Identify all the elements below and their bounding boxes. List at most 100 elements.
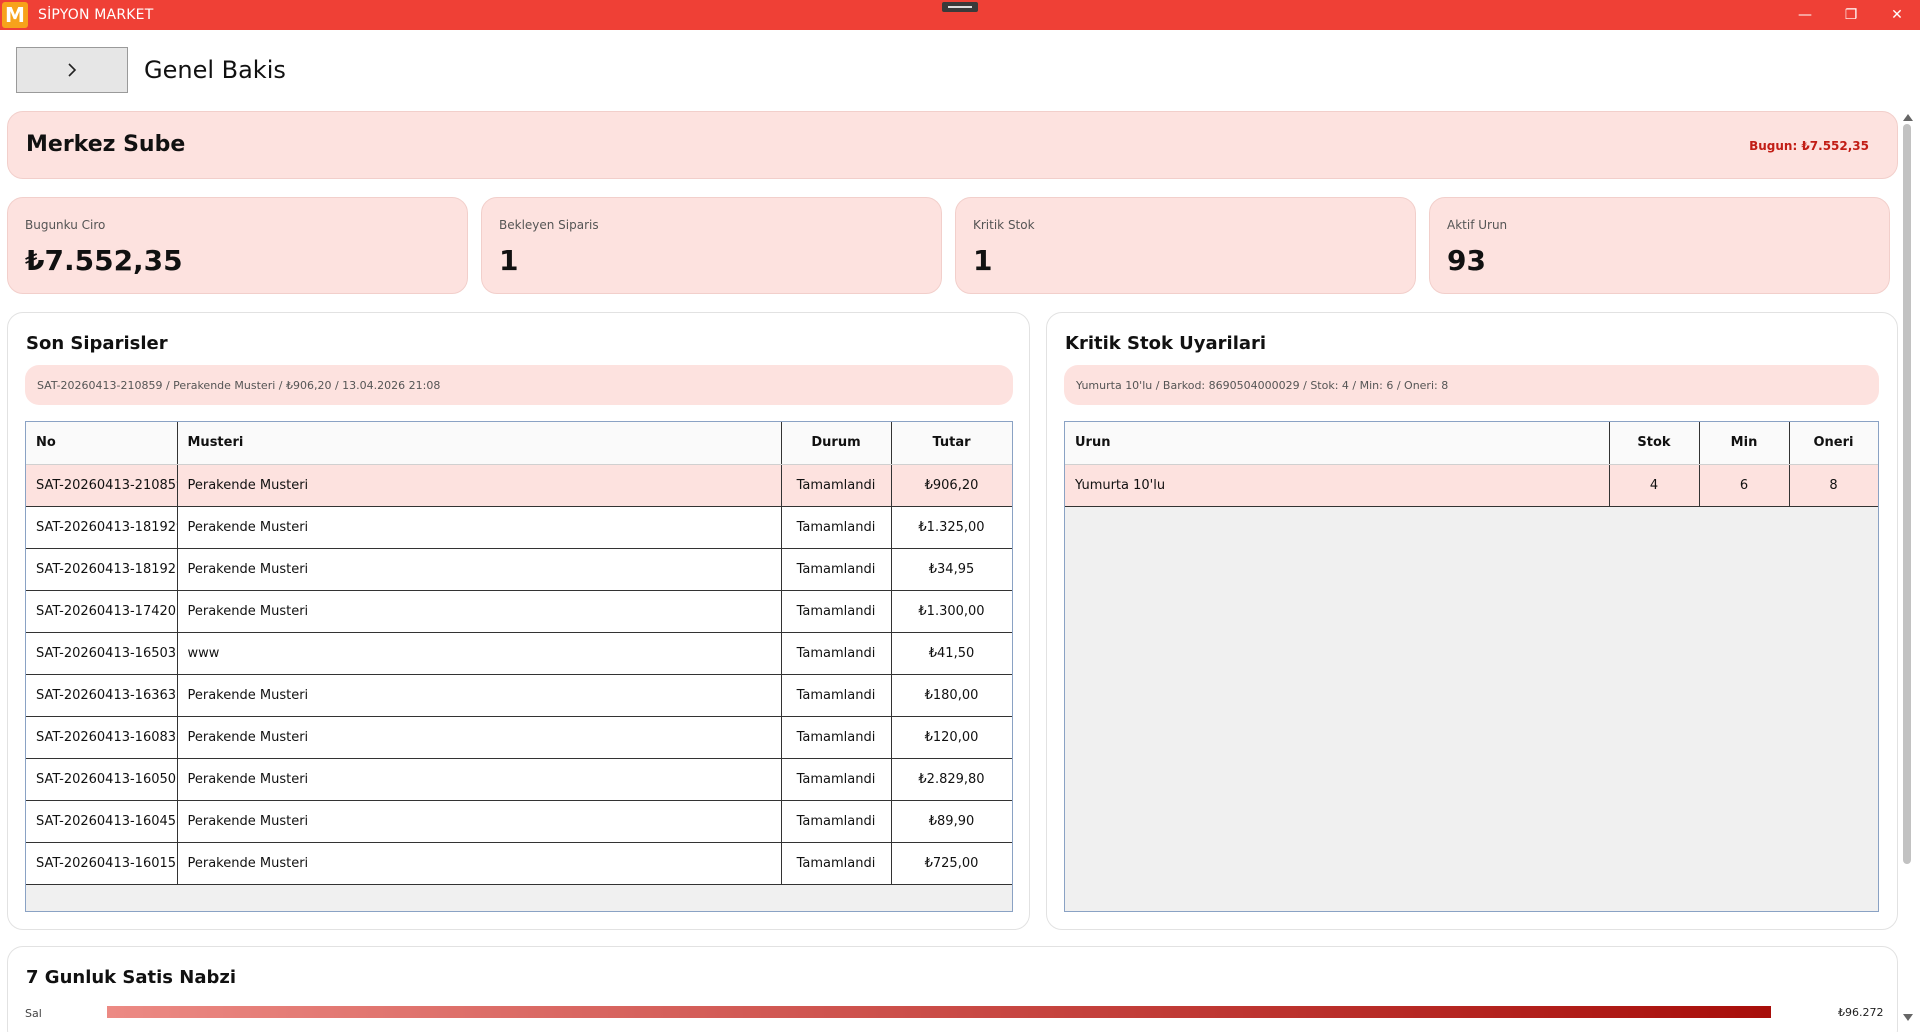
orders-table[interactable]: No Musteri Durum Tutar SAT-20260413-2108…	[25, 421, 1013, 912]
minimize-button[interactable]: —	[1782, 0, 1828, 30]
table-header-row: No Musteri Durum Tutar	[26, 422, 1012, 465]
pulse-bar	[107, 1006, 1771, 1018]
stat-card-critical-stock: Kritik Stok 1	[955, 197, 1416, 294]
order-no: SAT-20260413-174202	[26, 590, 178, 633]
stat-value: 93	[1447, 244, 1486, 277]
table-row[interactable]: SAT-20260413-163635 Perakende Musteri Tama…	[26, 674, 1012, 717]
table-row[interactable]: SAT-20260413-165035 www Tamamlandi ₺41,50	[26, 632, 1012, 675]
menu-toggle-button[interactable]	[16, 47, 128, 93]
recent-orders-panel: Son Siparisler SAT-20260413-210859 / Per…	[7, 312, 1030, 930]
order-status: Tamamlandi	[781, 464, 892, 507]
close-button[interactable]: ✕	[1874, 0, 1920, 30]
restore-button[interactable]: ❐	[1828, 0, 1874, 30]
order-amount: ₺41,50	[891, 632, 1012, 675]
column-header[interactable]: Oneri	[1789, 422, 1878, 465]
suggested-qty: 8	[1789, 464, 1878, 507]
order-no: SAT-20260413-181927	[26, 548, 178, 591]
chevron-right-icon	[68, 63, 77, 77]
critical-stock-summary: Yumurta 10'lu / Barkod: 8690504000029 / …	[1064, 365, 1879, 405]
recent-order-summary: SAT-20260413-210859 / Perakende Musteri …	[25, 365, 1013, 405]
order-status: Tamamlandi	[781, 842, 892, 885]
column-header[interactable]: Musteri	[177, 422, 782, 465]
order-customer: www	[177, 632, 782, 675]
product-name: Yumurta 10'lu	[1065, 464, 1610, 507]
panel-title: Kritik Stok Uyarilari	[1065, 333, 1267, 354]
min-qty: 6	[1699, 464, 1790, 507]
order-status: Tamamlandi	[781, 632, 892, 675]
stat-card-pending-orders: Bekleyen Siparis 1	[481, 197, 942, 294]
order-amount: ₺1.300,00	[891, 590, 1012, 633]
order-customer: Perakende Musteri	[177, 464, 782, 507]
order-no: SAT-20260413-163635	[26, 674, 178, 717]
table-row[interactable]: SAT-20260413-210859 Perakende Musteri Tama…	[26, 464, 1012, 507]
order-no: SAT-20260413-160501	[26, 758, 178, 801]
column-header[interactable]: Stok	[1609, 422, 1700, 465]
order-status: Tamamlandi	[781, 590, 892, 633]
order-customer: Perakende Musteri	[177, 674, 782, 717]
order-no: SAT-20260413-165035	[26, 632, 178, 675]
order-status: Tamamlandi	[781, 548, 892, 591]
order-customer: Perakende Musteri	[177, 842, 782, 885]
order-amount: ₺180,00	[891, 674, 1012, 717]
panel-title: Son Siparisler	[26, 333, 168, 354]
table-row[interactable]: SAT-20260413-160832 Perakende Musteri Tama…	[26, 716, 1012, 759]
order-status: Tamamlandi	[781, 716, 892, 759]
column-header[interactable]: Durum	[781, 422, 892, 465]
order-no: SAT-20260413-210859	[26, 464, 178, 507]
order-amount: ₺120,00	[891, 716, 1012, 759]
column-header[interactable]: No	[26, 422, 178, 465]
app-logo-icon: M	[2, 2, 28, 28]
stock-qty: 4	[1609, 464, 1700, 507]
table-row[interactable]: SAT-20260413-160501 Perakende Musteri Tama…	[26, 758, 1012, 801]
order-status: Tamamlandi	[781, 800, 892, 843]
pulse-value-label: ₺96.272	[1838, 1006, 1884, 1019]
table-row[interactable]: SAT-20260413-181929 Perakende Musteri Tama…	[26, 506, 1012, 549]
order-no: SAT-20260413-181929	[26, 506, 178, 549]
branch-name: Merkez Sube	[26, 132, 186, 157]
column-header[interactable]: Min	[1699, 422, 1790, 465]
branch-today-total: Bugun: ₺7.552,35	[1749, 139, 1869, 153]
branch-panel: Merkez Sube Bugun: ₺7.552,35	[7, 111, 1898, 179]
stat-card-active-products: Aktif Urun 93	[1429, 197, 1890, 294]
order-status: Tamamlandi	[781, 674, 892, 717]
order-customer: Perakende Musteri	[177, 506, 782, 549]
scroll-down-icon[interactable]	[1903, 1014, 1913, 1021]
sales-pulse-panel: 7 Gunluk Satis Nabzi	[7, 946, 1898, 1032]
stat-value: ₺7.552,35	[25, 244, 183, 277]
order-amount: ₺89,90	[891, 800, 1012, 843]
table-row[interactable]: SAT-20260413-160151 Perakende Musteri Tama…	[26, 842, 1012, 885]
scrollbar-thumb[interactable]	[1903, 124, 1911, 864]
critical-stock-table[interactable]: Urun Stok Min Oneri Yumurta 10'lu 4 6 8	[1064, 421, 1879, 912]
order-amount: ₺2.829,80	[891, 758, 1012, 801]
stat-value: 1	[973, 244, 993, 277]
order-no: SAT-20260413-160458	[26, 800, 178, 843]
stat-label: Kritik Stok	[973, 218, 1035, 232]
stat-label: Aktif Urun	[1447, 218, 1508, 232]
table-row[interactable]: SAT-20260413-160458 Perakende Musteri Tama…	[26, 800, 1012, 843]
order-customer: Perakende Musteri	[177, 590, 782, 633]
app-title: SİPYON MARKET	[38, 7, 154, 23]
scroll-up-icon[interactable]	[1903, 114, 1913, 121]
column-header[interactable]: Urun	[1065, 422, 1610, 465]
order-no: SAT-20260413-160151	[26, 842, 178, 885]
drag-handle-icon[interactable]	[942, 2, 978, 12]
order-amount: ₺1.325,00	[891, 506, 1012, 549]
window-controls: — ❐ ✕	[1782, 0, 1920, 30]
order-customer: Perakende Musteri	[177, 800, 782, 843]
critical-stock-panel: Kritik Stok Uyarilari Yumurta 10'lu / Ba…	[1046, 312, 1898, 930]
column-header[interactable]: Tutar	[891, 422, 1012, 465]
stat-value: 1	[499, 244, 519, 277]
order-amount: ₺906,20	[891, 464, 1012, 507]
table-header-row: Urun Stok Min Oneri	[1065, 422, 1878, 465]
title-bar: M SİPYON MARKET — ❐ ✕	[0, 0, 1920, 30]
table-row[interactable]: SAT-20260413-174202 Perakende Musteri Tama…	[26, 590, 1012, 633]
order-no: SAT-20260413-160832	[26, 716, 178, 759]
table-row[interactable]: Yumurta 10'lu 4 6 8	[1065, 464, 1878, 507]
stat-card-daily-revenue: Bugunku Ciro ₺7.552,35	[7, 197, 468, 294]
stat-label: Bekleyen Siparis	[499, 218, 599, 232]
order-amount: ₺34,95	[891, 548, 1012, 591]
order-customer: Perakende Musteri	[177, 548, 782, 591]
order-customer: Perakende Musteri	[177, 716, 782, 759]
order-status: Tamamlandi	[781, 506, 892, 549]
table-row[interactable]: SAT-20260413-181927 Perakende Musteri Tama…	[26, 548, 1012, 591]
